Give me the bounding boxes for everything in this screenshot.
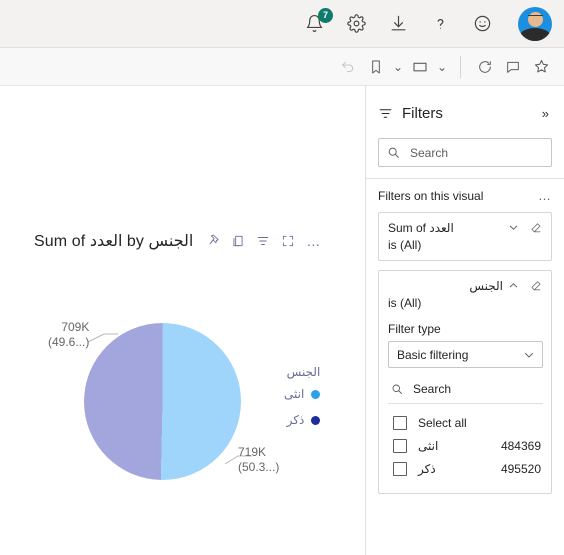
filters-section-title: Filters on this visual (378, 189, 484, 203)
visual-header-actions: … (205, 233, 321, 249)
undo-button[interactable] (335, 53, 361, 81)
filter-option-row[interactable]: ذكر 495520 (388, 458, 543, 480)
filter-card-actions (507, 278, 543, 292)
legend-item-0[interactable]: انثى (284, 387, 321, 401)
clear-filter-eraser-icon[interactable] (530, 221, 543, 234)
report-body: Sum of العدد by الجنس … 709K (49.6...) 7… (0, 86, 564, 555)
chart-legend: الجنس انثى ذكر (284, 365, 321, 439)
filter-type-label: Filter type (388, 322, 441, 336)
top-header-bar: 7 (0, 0, 564, 48)
view-button[interactable] (407, 53, 433, 81)
data-label-left-value: 709K (61, 320, 90, 334)
bookmarks-button[interactable] (363, 53, 389, 81)
filters-pane: Filters » Filters on this visual … (365, 86, 564, 555)
visual-title: Sum of العدد by الجنس (34, 233, 194, 250)
help-icon[interactable] (428, 12, 452, 36)
legend-item-label: انثى (284, 387, 305, 401)
filters-divider (366, 178, 564, 179)
legend-color-swatch (311, 415, 321, 425)
feedback-smiley-icon[interactable] (470, 12, 494, 36)
search-icon (387, 146, 400, 159)
filter-card-header: Sum of العدد (388, 220, 543, 236)
filter-card-header: الجنس (388, 278, 543, 294)
more-options-icon[interactable]: … (305, 233, 321, 249)
filter-icon[interactable] (255, 233, 271, 249)
legend-item-1[interactable]: ذكر (284, 413, 321, 427)
filter-card-measure[interactable]: Sum of العدد is (All) (378, 212, 552, 261)
legend-color-swatch (311, 389, 321, 399)
avatar-glasses (527, 15, 543, 20)
top-header-actions: 7 (302, 6, 552, 41)
checkbox[interactable] (393, 462, 407, 476)
filter-card-condition: is (All) (388, 296, 422, 310)
filter-option-label: انثى (418, 439, 439, 453)
report-canvas: Sum of العدد by الجنس … 709K (49.6...) 7… (0, 86, 365, 555)
filters-search-input[interactable] (408, 144, 564, 161)
report-action-toolbar: ⌄ ⌄ (0, 48, 564, 86)
focus-mode-icon[interactable] (280, 233, 296, 249)
favorite-star-icon[interactable] (528, 53, 554, 81)
view-chevron-down-icon[interactable]: ⌄ (435, 60, 449, 74)
copy-icon[interactable] (230, 233, 246, 249)
checkbox[interactable] (393, 416, 407, 430)
chevron-down-icon[interactable] (507, 221, 520, 234)
filters-search-box[interactable] (378, 138, 564, 167)
filter-card-condition: is (All) (388, 238, 422, 252)
data-label-left-percent: (49.6...) (48, 335, 90, 349)
filter-option-row[interactable]: انثى 484369 (388, 435, 543, 457)
filters-pane-header: Filters » (378, 102, 552, 124)
filter-icon (378, 106, 393, 121)
comment-icon[interactable] (500, 53, 526, 81)
filter-option-count: 495520 (500, 462, 541, 476)
filter-type-value: Basic filtering (397, 347, 469, 362)
filter-card-name: Sum of العدد (388, 221, 454, 235)
clear-filter-eraser-icon[interactable] (530, 279, 543, 292)
avatar-body (520, 27, 550, 41)
filter-values-search-input[interactable] (411, 381, 564, 397)
filter-card-actions (507, 220, 543, 234)
refresh-icon[interactable] (472, 53, 498, 81)
filter-values-list: Select all انثى 484369 ذكر 495520 (388, 412, 543, 480)
visual-header: Sum of العدد by الجنس … (34, 228, 357, 254)
data-label-right-percent: (50.3...) (238, 460, 280, 474)
pin-icon[interactable] (205, 233, 221, 249)
pie-chart[interactable] (84, 323, 241, 480)
power-bi-report-view: 7 ⌄ ⌄ Sum of العدد by الجنس … 709K (49.6… (0, 0, 564, 555)
section-more-options-icon[interactable]: … (538, 189, 552, 202)
legend-item-label: ذكر (286, 413, 305, 427)
legend-title: الجنس (286, 365, 321, 379)
filter-option-count: 484369 (500, 439, 541, 453)
pie-chart-visual: Sum of العدد by الجنس … 709K (49.6...) 7… (0, 86, 365, 555)
download-icon[interactable] (386, 12, 410, 36)
data-label-right: 719K (50.3...) (238, 445, 279, 475)
filter-option-label: ذكر (418, 462, 436, 476)
bookmarks-chevron-down-icon[interactable]: ⌄ (391, 60, 405, 74)
filter-option-select-all[interactable]: Select all (388, 412, 543, 434)
data-label-right-value: 719K (238, 445, 267, 459)
chevron-up-icon[interactable] (507, 279, 520, 292)
expand-pane-icon[interactable]: » (539, 104, 552, 123)
checkbox[interactable] (393, 439, 407, 453)
filter-option-label: Select all (418, 416, 467, 430)
pie-slices[interactable] (84, 323, 241, 480)
chevron-down-icon (523, 349, 535, 361)
data-label-left: 709K (49.6...) (48, 320, 89, 350)
avatar[interactable] (518, 6, 552, 41)
notifications-badge: 7 (318, 7, 333, 23)
filters-pane-title: Filters (402, 104, 443, 122)
toolbar-divider (460, 55, 461, 78)
filter-card-name: الجنس (469, 279, 503, 293)
search-icon (391, 383, 403, 395)
filter-card-gender[interactable]: الجنس is (All) Filter type Basic filteri… (378, 270, 564, 494)
filters-on-visual-header: Filters on this visual … (378, 189, 552, 203)
filter-values-search-box[interactable] (388, 377, 564, 404)
filter-type-dropdown[interactable]: Basic filtering (388, 341, 543, 368)
notifications-button[interactable]: 7 (302, 7, 333, 36)
settings-gear-icon[interactable] (344, 12, 368, 36)
